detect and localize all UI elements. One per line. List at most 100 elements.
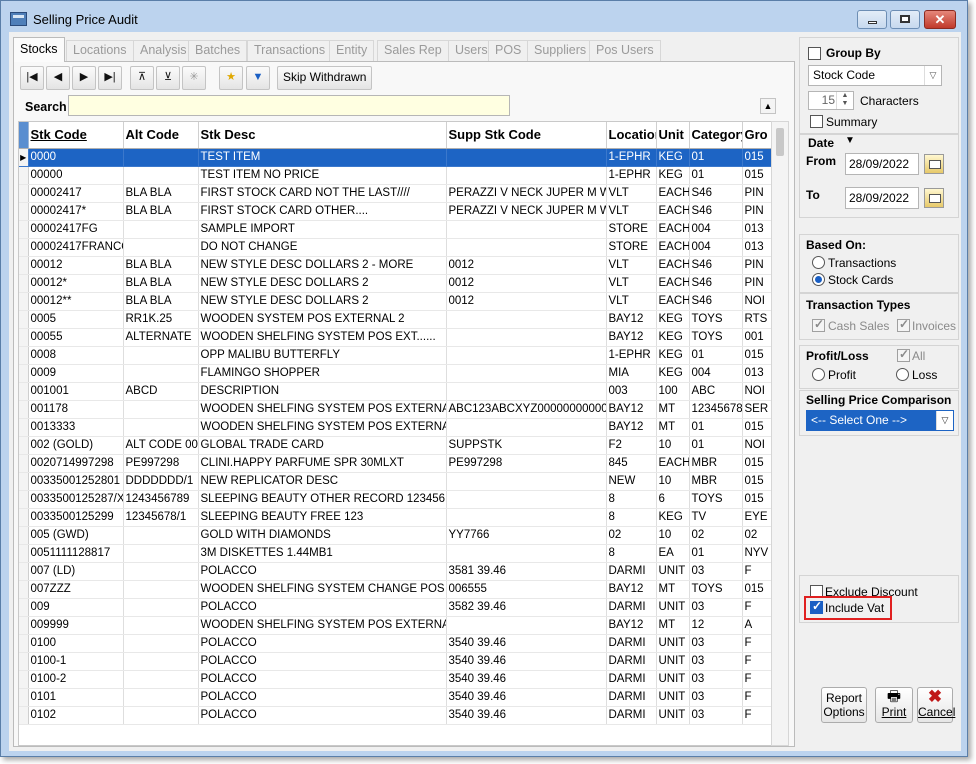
table-cell[interactable]: FIRST STOCK CARD OTHER.... <box>198 202 447 221</box>
row-indicator[interactable] <box>19 346 29 365</box>
table-cell[interactable] <box>446 472 607 491</box>
table-cell[interactable]: VLT <box>606 256 657 275</box>
table-cell[interactable]: 03 <box>689 670 743 689</box>
tab-sales-rep[interactable]: Sales Rep <box>377 40 449 61</box>
table-cell[interactable]: NEW <box>606 472 657 491</box>
table-cell[interactable]: TOYS <box>689 328 743 347</box>
row-indicator[interactable] <box>19 706 29 725</box>
row-indicator[interactable] <box>19 400 29 419</box>
table-cell[interactable]: 00335001252​99 <box>28 508 124 527</box>
tab-analysis[interactable]: Analysis <box>133 40 194 61</box>
table-cell[interactable]: EACH <box>656 454 690 473</box>
table-row[interactable]: 00335001252801 DDDDDDD/1 NEW REPLICATOR DE… <box>19 472 771 491</box>
table-cell[interactable]: 03 <box>689 634 743 653</box>
row-indicator[interactable] <box>19 238 29 257</box>
group-by-select[interactable]: Stock Code ▽ <box>808 65 942 86</box>
table-cell[interactable]: 0033500125287/X <box>28 490 124 509</box>
row-indicator[interactable] <box>19 202 29 221</box>
row-indicator[interactable] <box>19 310 29 329</box>
table-cell[interactable]: F <box>742 634 771 653</box>
table-cell[interactable] <box>446 508 607 527</box>
row-indicator[interactable] <box>19 526 29 545</box>
table-cell[interactable]: 0100 <box>28 634 124 653</box>
table-cell[interactable] <box>446 544 607 563</box>
table-cell[interactable]: F2 <box>606 436 657 455</box>
skip-withdrawn-button[interactable]: Skip Withdrawn <box>277 66 373 90</box>
table-cell[interactable] <box>123 562 199 581</box>
table-cell[interactable]: 002 (GOLD) <box>28 436 124 455</box>
table-cell[interactable]: F <box>742 562 771 581</box>
table-cell[interactable] <box>446 490 607 509</box>
column-header[interactable]: Category <box>689 122 743 149</box>
table-cell[interactable]: PIN <box>742 274 771 293</box>
table-cell[interactable]: 003 <box>606 382 657 401</box>
column-header[interactable]: Stk Desc <box>198 122 447 149</box>
table-cell[interactable] <box>123 652 199 671</box>
table-cell[interactable]: 00012 <box>28 256 124 275</box>
grid-scrollbar[interactable] <box>771 121 789 746</box>
table-cell[interactable]: POLACCO <box>198 652 447 671</box>
row-indicator[interactable] <box>19 166 29 185</box>
table-cell[interactable]: 10 <box>656 472 690 491</box>
table-cell[interactable]: 006555 <box>446 580 607 599</box>
from-date-field[interactable]: 28/09/2022 <box>845 153 919 175</box>
table-cell[interactable]: UNIT <box>656 706 690 725</box>
table-cell[interactable]: DARMI <box>606 562 657 581</box>
table-cell[interactable]: UNIT <box>656 598 690 617</box>
table-cell[interactable]: 015 <box>742 346 771 365</box>
table-cell[interactable]: DARMI <box>606 670 657 689</box>
row-indicator[interactable] <box>19 364 29 383</box>
table-cell[interactable]: 0013333 <box>28 418 124 437</box>
to-calendar-icon[interactable] <box>924 188 944 208</box>
table-cell[interactable]: 0102 <box>28 706 124 725</box>
table-row[interactable]: 009 POLACCO 3582 39.46 DARMI UNIT 03 F <box>19 598 771 617</box>
table-cell[interactable]: EACH <box>656 274 690 293</box>
table-cell[interactable]: FLAMINGO SHOPPER <box>198 364 447 383</box>
table-cell[interactable]: 0101 <box>28 688 124 707</box>
table-row[interactable]: 0051111128817 3M DISKETTES 1.44MB1 8 EA 01 NY… <box>19 544 771 563</box>
table-cell[interactable]: 01 <box>689 418 743 437</box>
profit-radio[interactable] <box>812 368 825 381</box>
table-row[interactable]: 0100-2 POLACCO 3540 39.46 DARMI UNIT 03 F <box>19 670 771 689</box>
table-cell[interactable]: 015 <box>742 418 771 437</box>
table-cell[interactable]: 00055 <box>28 328 124 347</box>
table-cell[interactable]: SLEEPING BEAUTY OTHER RECORD 12345612345 <box>198 490 447 509</box>
table-row[interactable]: 0013333 WOODEN SHELFING SYSTEM POS EXTERN… <box>19 418 771 437</box>
table-cell[interactable]: KEG <box>656 166 690 185</box>
collapse-button[interactable]: ▲ <box>760 98 776 114</box>
table-row[interactable]: 00335001252​99 12345678/1 SLEEPING BEAUTY … <box>19 508 771 527</box>
table-cell[interactable]: BAY12 <box>606 616 657 635</box>
table-cell[interactable]: NEW REPLICATOR DESC <box>198 472 447 491</box>
table-cell[interactable]: EACH <box>656 202 690 221</box>
table-cell[interactable] <box>446 418 607 437</box>
row-indicator[interactable] <box>19 490 29 509</box>
table-cell[interactable]: F <box>742 688 771 707</box>
table-cell[interactable]: DARMI <box>606 598 657 617</box>
table-cell[interactable]: 3581 39.46 <box>446 562 607 581</box>
table-cell[interactable]: EACH <box>656 292 690 311</box>
table-cell[interactable] <box>123 706 199 725</box>
table-cell[interactable]: WOODEN SHELFING SYSTEM POS EXTERNAL 008Z <box>198 400 447 419</box>
column-header[interactable]: Unit <box>656 122 690 149</box>
table-cell[interactable]: 015 <box>742 166 771 185</box>
table-cell[interactable]: S46 <box>689 256 743 275</box>
row-indicator[interactable] <box>19 382 29 401</box>
table-cell[interactable]: 0051111128817 <box>28 544 124 563</box>
print-button[interactable]: 🖶 Print <box>875 687 913 723</box>
table-cell[interactable]: KEG <box>656 508 690 527</box>
table-cell[interactable]: 009999 <box>28 616 124 635</box>
table-cell[interactable]: 01 <box>689 346 743 365</box>
table-cell[interactable] <box>446 346 607 365</box>
row-indicator[interactable] <box>19 274 29 293</box>
table-cell[interactable]: 3540 39.46 <box>446 670 607 689</box>
table-cell[interactable] <box>123 364 199 383</box>
table-cell[interactable]: TEST ITEM <box>198 148 447 167</box>
table-cell[interactable]: 8 <box>606 508 657 527</box>
table-cell[interactable]: WOODEN SHELFING SYSTEM POS EXTERNAL € <box>198 418 447 437</box>
table-cell[interactable]: VLT <box>606 184 657 203</box>
table-row[interactable]: 001178 WOODEN SHELFING SYSTEM POS EXTERN A… <box>19 400 771 419</box>
prev-record-button[interactable]: ◀ <box>46 66 70 90</box>
table-cell[interactable] <box>123 346 199 365</box>
table-cell[interactable]: 015 <box>742 472 771 491</box>
table-cell[interactable]: 004 <box>689 238 743 257</box>
